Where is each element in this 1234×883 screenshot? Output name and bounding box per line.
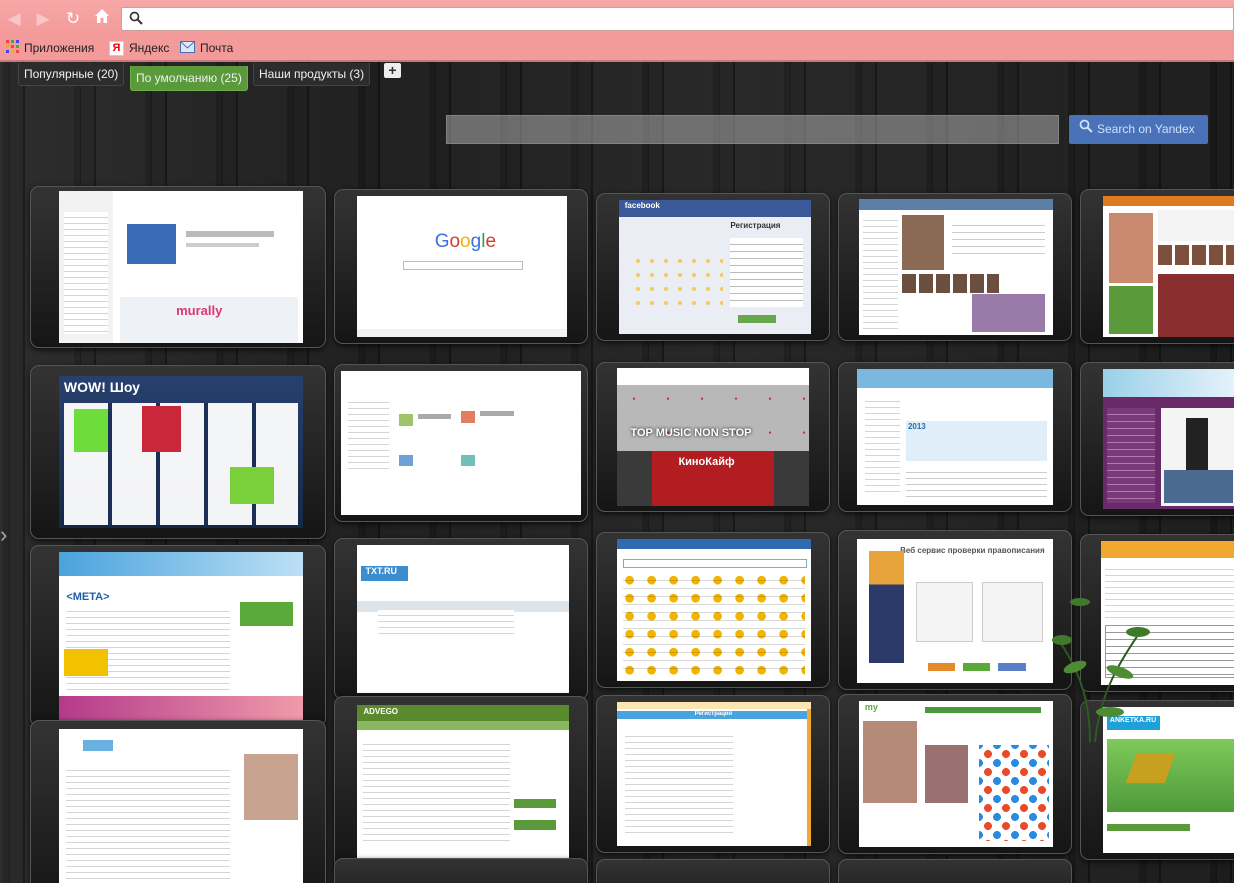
tile-thumbnail <box>1103 369 1234 509</box>
tile-wow-show[interactable]: WOW! Шоу <box>30 365 326 539</box>
browser-toolbar: ◀ ▶ ↻ <box>0 0 1234 36</box>
tile-winter-shop[interactable] <box>1080 362 1234 516</box>
tile-vk-profile[interactable] <box>838 193 1072 341</box>
tile-thumbnail <box>341 371 581 515</box>
tab-our-products[interactable]: Наши продукты (3) <box>253 63 371 86</box>
tile-thumbnail: Веб сервис проверки правописания <box>857 539 1053 683</box>
search-field[interactable] <box>446 115 1059 144</box>
tile-logo: TXT.RU <box>365 565 397 576</box>
apps-grid-icon <box>6 39 19 58</box>
tab-popular[interactable]: Популярные (20) <box>18 63 125 86</box>
tile-thumbnail <box>1103 196 1234 337</box>
bookmark-label: Приложения <box>24 41 95 55</box>
tile-europa-plus[interactable]: TOP MUSIC NON STOP КиноКайф <box>596 362 830 512</box>
search-icon <box>1079 115 1093 144</box>
search-input[interactable] <box>447 116 1058 143</box>
tile-logo: WOW! Шоу <box>63 379 140 396</box>
tile-logo: Веб сервис проверки правописания <box>900 546 1045 556</box>
tile-thumbnail: <META> <box>59 552 303 720</box>
tile-logo: Регистрация <box>694 710 733 717</box>
tile-thumbnail <box>59 729 303 883</box>
tile-logo: TOP MUSIC NON STOP <box>630 427 752 440</box>
bookmark-yandex[interactable]: Я Яндекс <box>109 39 169 57</box>
tile-thumbnail: TXT.RU <box>357 545 569 693</box>
tile-thumbnail: my <box>859 701 1053 847</box>
search-button-label: Search on Yandex <box>1097 122 1195 136</box>
tile-txt-ru[interactable]: TXT.RU <box>334 538 588 700</box>
plant-decoration <box>1052 598 1150 742</box>
tile-thumbnail: TOP MUSIC NON STOP КиноКайф <box>617 368 809 506</box>
tile-heading: Регистрация <box>730 221 781 231</box>
speed-dial-page: Популярные (20) По умолчанию (25) Наши п… <box>0 62 1234 883</box>
tile-catalog[interactable] <box>596 532 830 688</box>
bookmark-label: Почта <box>200 41 234 55</box>
tab-default[interactable]: По умолчанию (25) <box>130 66 248 91</box>
tile-chrome-store[interactable]: murally <box>30 186 326 348</box>
reload-icon[interactable]: ↻ <box>62 8 84 30</box>
search-button[interactable]: Search on Yandex <box>1069 115 1208 144</box>
back-arrow-icon[interactable]: ◀ <box>3 8 25 30</box>
tile-thumbnail: 2013 <box>857 369 1053 505</box>
tile-google[interactable]: Google <box>334 189 588 344</box>
tile-registration-form[interactable]: Регистрация <box>596 695 830 853</box>
bookmark-label: Яндекс <box>129 41 170 55</box>
tile-logo: Google <box>434 231 497 253</box>
bookmark-apps[interactable]: Приложения <box>6 39 94 57</box>
tile-mail-settings[interactable] <box>334 364 588 522</box>
search-icon <box>129 11 143 30</box>
tile-journal[interactable] <box>30 720 326 883</box>
tile-sub: КиноКайф <box>678 456 735 469</box>
tile-logo: ADVEGO <box>363 706 399 716</box>
tile-thumbnail: Регистрация <box>617 702 811 846</box>
tile-spellcheck[interactable]: Веб сервис проверки правописания <box>838 530 1072 690</box>
tile-thumbnail <box>617 539 811 681</box>
tile-thumbnail: Google <box>357 196 567 337</box>
tile-meta[interactable]: <META> <box>30 545 326 727</box>
tile-logo: facebook <box>624 201 660 211</box>
tile-extra-3[interactable] <box>838 859 1072 883</box>
yandex-icon: Я <box>109 41 124 57</box>
tile-logo: my <box>864 702 878 713</box>
bookmark-mail[interactable]: Почта <box>180 39 233 57</box>
tile-my-profile[interactable]: my <box>838 694 1072 854</box>
address-input[interactable] <box>148 10 1222 30</box>
bookmarks-bar: Приложения Я Яндекс Почта <box>0 36 1234 62</box>
tile-thumbnail: ADVEGO <box>357 705 569 861</box>
tile-thumbnail: murally <box>59 191 303 343</box>
address-bar[interactable] <box>121 7 1234 31</box>
home-icon[interactable] <box>91 8 113 30</box>
tile-logo: <META> <box>66 590 110 603</box>
tile-logo: murally <box>176 303 223 319</box>
add-tab-button[interactable]: + <box>384 63 401 78</box>
mail-icon <box>180 40 195 58</box>
tile-extra-1[interactable] <box>334 858 588 883</box>
tile-logo: 2013 <box>907 422 926 432</box>
tile-thumbnail: facebook Регистрация <box>619 200 811 334</box>
tile-facebook[interactable]: facebook Регистрация <box>596 193 830 341</box>
tile-social-photos[interactable] <box>1080 189 1234 344</box>
tile-calendar-site[interactable]: 2013 <box>838 362 1072 512</box>
forward-arrow-icon[interactable]: ▶ <box>32 8 54 30</box>
tile-extra-2[interactable] <box>596 859 830 883</box>
chevron-left-icon[interactable]: › <box>0 522 7 548</box>
tile-advego[interactable]: ADVEGO <box>334 696 588 870</box>
tile-thumbnail <box>859 199 1053 335</box>
tile-thumbnail: WOW! Шоу <box>59 376 303 528</box>
